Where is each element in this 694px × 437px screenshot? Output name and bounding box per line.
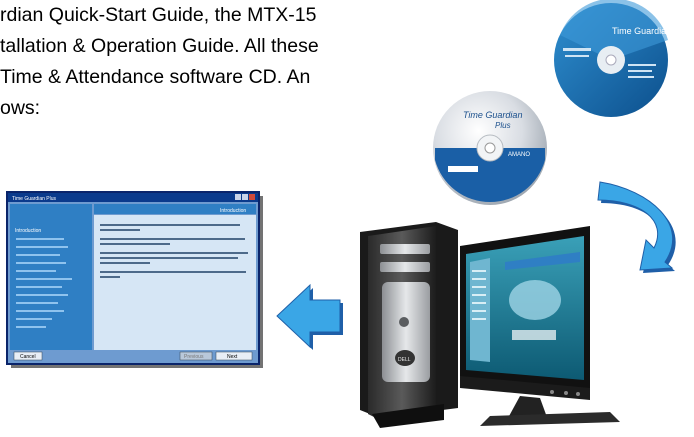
illustration: Time Guardian Time Guardian Plus AMANO T… — [6, 0, 676, 428]
cd-top: Time Guardian — [554, 0, 671, 117]
installer-title: Time Guardian Plus — [12, 196, 56, 202]
next-label: Next — [227, 354, 238, 360]
installer-header: Introduction — [220, 208, 246, 214]
curved-arrow-icon — [597, 181, 676, 273]
monitor — [460, 226, 620, 426]
cd-plus-brand: Time Guardian — [463, 110, 522, 120]
tower-front-panel — [382, 282, 430, 382]
computer-tower: DELL — [360, 222, 458, 428]
installer-window: Time Guardian Plus Introduction Introduc… — [6, 191, 263, 368]
installer-sidebar-intro: Introduction — [15, 228, 41, 234]
cd-plus-maker: AMANO — [508, 152, 530, 158]
cd-plus: Time Guardian Plus AMANO — [433, 91, 547, 205]
tower-brand: DELL — [398, 357, 411, 363]
installer-sidebar — [10, 204, 92, 350]
cd-top-brand: Time Guardian — [612, 26, 671, 36]
installer-content — [94, 215, 256, 350]
left-arrow-icon — [276, 283, 343, 350]
previous-label: Previous — [184, 354, 204, 360]
cd-plus-sub: Plus — [495, 121, 511, 130]
cancel-label: Cancel — [20, 354, 36, 360]
